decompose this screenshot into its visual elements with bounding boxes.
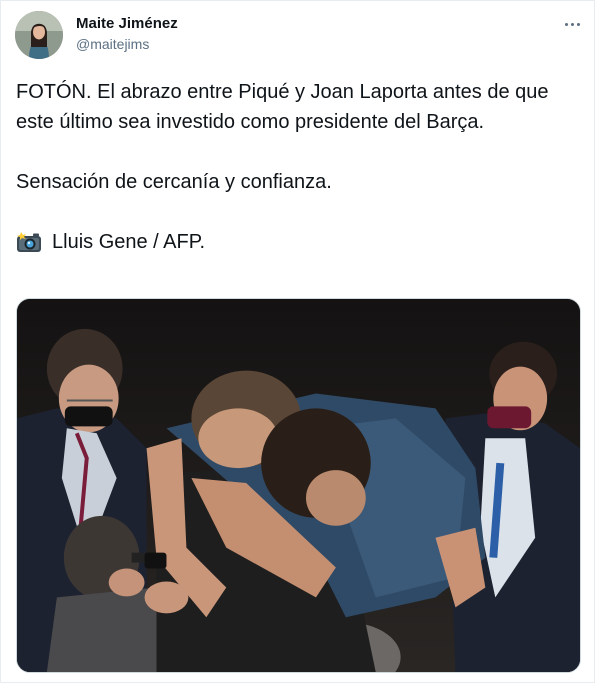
tweet-photo[interactable] <box>16 298 581 673</box>
photo-credit-text: Lluis Gene / AFP. <box>52 231 206 253</box>
avatar-photo <box>15 11 63 59</box>
author-handle[interactable]: @maitejims <box>76 36 149 52</box>
tweet-text: FOTÓN. El abrazo entre Piqué y Joan Lapo… <box>16 77 581 257</box>
camera-with-flash-icon <box>16 231 42 253</box>
photo-credit: Lluis Gene / AFP. <box>16 227 581 257</box>
embrace-photo <box>17 299 580 672</box>
more-options-icon[interactable] <box>559 11 585 37</box>
author-name[interactable]: Maite Jiménez <box>76 15 178 32</box>
tweet-paragraph-2: Sensación de cercanía y confianza. <box>16 171 332 193</box>
tweet-card[interactable]: Maite Jiménez @maitejims FOTÓN. El abraz… <box>0 0 595 683</box>
avatar[interactable] <box>15 11 63 59</box>
tweet-paragraph-1: FOTÓN. El abrazo entre Piqué y Joan Lapo… <box>16 81 549 133</box>
